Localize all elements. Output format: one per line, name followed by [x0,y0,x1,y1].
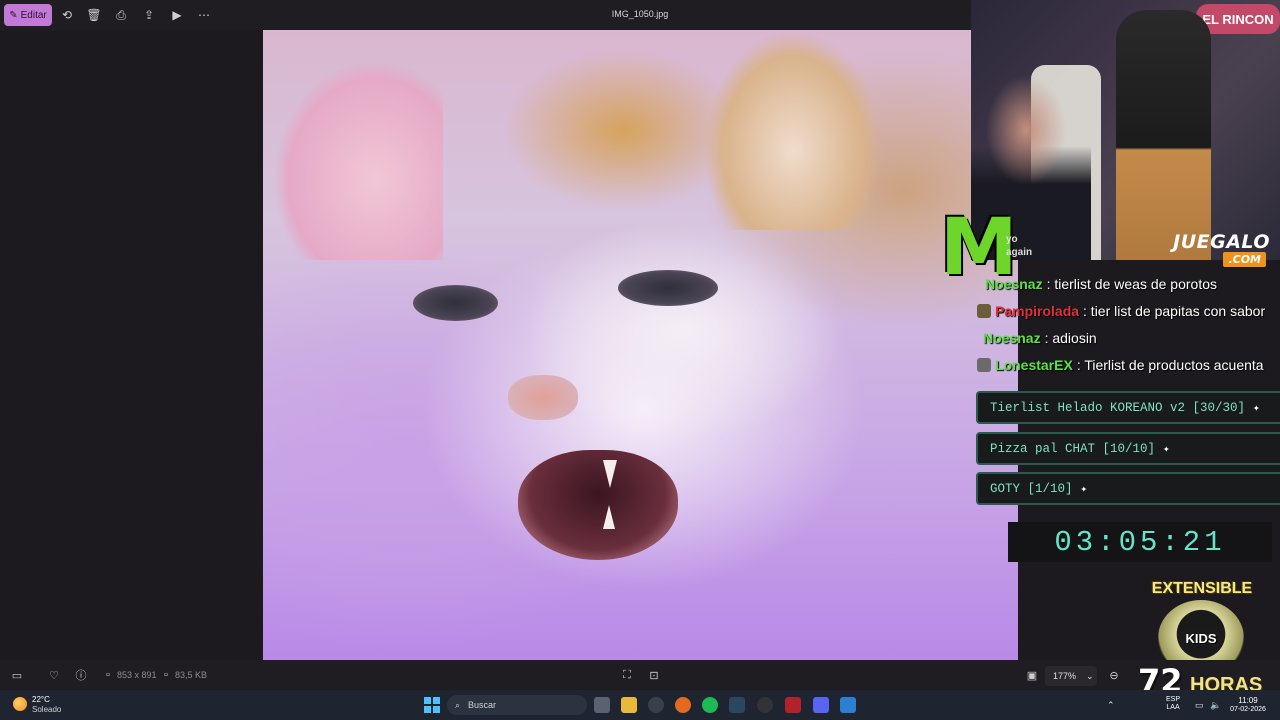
chevron-down-icon: ⌄ [1086,670,1094,681]
dimensions-icon: ▫ [106,669,110,681]
actual-size-icon[interactable]: ⊡ [647,668,661,682]
chat-text: : Tierlist de productos acuenta [1076,357,1264,373]
zoom-value: 177% [1053,671,1077,681]
extensible-label: EXTENSIBLE [1151,580,1253,597]
cat-nose [508,375,578,420]
stream-timer: 03:05:21 [1008,522,1272,562]
juegalo-title: JUEGALO [1173,231,1270,253]
steam-icon[interactable] [729,697,745,713]
goal-label: Tierlist Helado KOREANO v2 [30/30] [990,400,1246,415]
juegalo-domain: .COM [1223,252,1266,267]
goal-item: Pizza pal CHAT [10/10] ✦ [976,432,1280,465]
edit-button[interactable]: ✎ Editar [4,4,52,26]
more-options-icon[interactable]: ⋯ [197,8,211,22]
goal-item: GOTY [1/10] ✦ [976,472,1280,505]
file-explorer-icon[interactable] [621,697,637,713]
lang-code: ESP [1166,696,1181,703]
chat-text: : tierlist de weas de porotos [1046,276,1217,292]
spotify-icon[interactable] [702,697,718,713]
file-size: 83,5 KB [175,670,208,680]
delete-icon[interactable]: 🗑 [86,8,101,22]
clock-time[interactable]: 11:09 [1228,696,1268,705]
chat-message: Noesnaz : adiosin [983,326,1280,350]
goal-label: GOTY [1/10] [990,481,1073,496]
taskbar-search[interactable]: ⌕ Buscar [447,695,587,715]
cat-ear-right [703,30,883,230]
obs-icon[interactable] [757,697,773,713]
cat-eye-right [618,270,718,306]
app-icon[interactable] [785,697,801,713]
kids-label: KIDS [1181,629,1221,647]
cat-ear-left [273,60,443,260]
cat-eye-left [413,285,498,321]
photos-app-icon[interactable] [840,697,856,713]
network-icon[interactable]: ▭ [1195,700,1204,711]
zoom-dropdown[interactable]: 177% ⌄ [1045,666,1097,686]
sparkle-icon: ✦ [1253,402,1260,415]
filmstrip-icon[interactable]: ▭ [10,668,24,682]
chat-badge-icon [977,304,991,318]
volume-icon[interactable]: 🔈 [1210,700,1221,711]
start-button[interactable] [424,697,440,713]
sparkle-icon: ✦ [1163,443,1170,456]
person-standing [1116,10,1211,260]
task-view-icon[interactable] [594,697,610,713]
sun-icon[interactable] [13,697,27,711]
fullscreen-icon[interactable]: ▣ [1025,668,1039,682]
image-dimensions: 853 x 891 [117,670,157,680]
goal-label: Pizza pal CHAT [10/10] [990,441,1156,456]
lang-layout: LAA [1166,704,1180,711]
fit-screen-icon[interactable]: ⛶ [620,668,634,682]
windows-logo-tile [433,697,440,704]
desktop: ✎ Editar ⟲ 🗑 ⎙ ⇪ ▶ ⋯ IMG_1050.jpg EL RIN… [0,0,1280,720]
search-placeholder: Buscar [468,700,497,710]
windows-taskbar [0,690,1280,720]
weather-temperature[interactable]: 22°C [32,695,50,704]
cat-photo[interactable] [263,30,1018,660]
chevron-up-icon[interactable]: ⌃ [1107,700,1115,711]
chat-fragment: yo [1006,234,1018,245]
discord-icon[interactable] [813,697,829,713]
windows-logo-icon [424,697,431,704]
chat-badge-icon [977,358,991,372]
sparkle-icon: ✦ [1080,483,1088,496]
share-icon[interactable]: ⇪ [142,8,156,22]
info-icon[interactable]: ⓘ [74,668,88,682]
edit-label: Editar [20,9,47,21]
chat-message: Pampirolada : tier list de papitas con s… [977,299,1280,323]
chat-text: : tier list de papitas con sabor [1083,303,1266,319]
chat-message: Noesnaz : tierlist de weas de porotos [985,272,1280,296]
chat-message: LonestarEX : Tierlist de productos acuen… [977,353,1280,377]
juegalo-logo: JUEGALO .COM [1133,232,1270,270]
file-size-icon: ▫ [164,669,168,681]
clock-date[interactable]: 07-02-2026 [1226,706,1270,713]
chat-username: LonestarEX [995,357,1073,373]
slideshow-icon[interactable]: ▶ [170,8,184,22]
edit-icon: ✎ [9,9,18,21]
cat-fang-lower [603,505,615,529]
chat-fragment: again [1006,247,1033,258]
chat-username: Pampirolada [995,303,1080,319]
language-indicator[interactable]: ESP LAA [1166,696,1180,712]
rotate-icon[interactable]: ⟲ [60,8,74,22]
windows-logo-tile [433,706,440,713]
chat-username: Noesnaz [983,330,1041,346]
windows-logo-tile [424,706,431,713]
cat-fang-upper [603,460,617,488]
print-icon[interactable]: ⎙ [114,8,128,22]
weather-condition[interactable]: Soleado [32,705,61,714]
search-icon: ⌕ [455,699,461,710]
favorite-icon[interactable]: ♡ [47,668,61,682]
cat-mouth [518,450,678,560]
chat-username: Noesnaz [985,276,1043,292]
firefox-icon[interactable] [675,697,691,713]
file-name: IMG_1050.jpg [611,9,669,19]
goal-item: Tierlist Helado KOREANO v2 [30/30] ✦ [976,391,1280,424]
github-icon[interactable] [648,697,664,713]
chat-text: : adiosin [1044,330,1097,346]
zoom-out-icon[interactable]: ⊖ [1107,668,1121,682]
